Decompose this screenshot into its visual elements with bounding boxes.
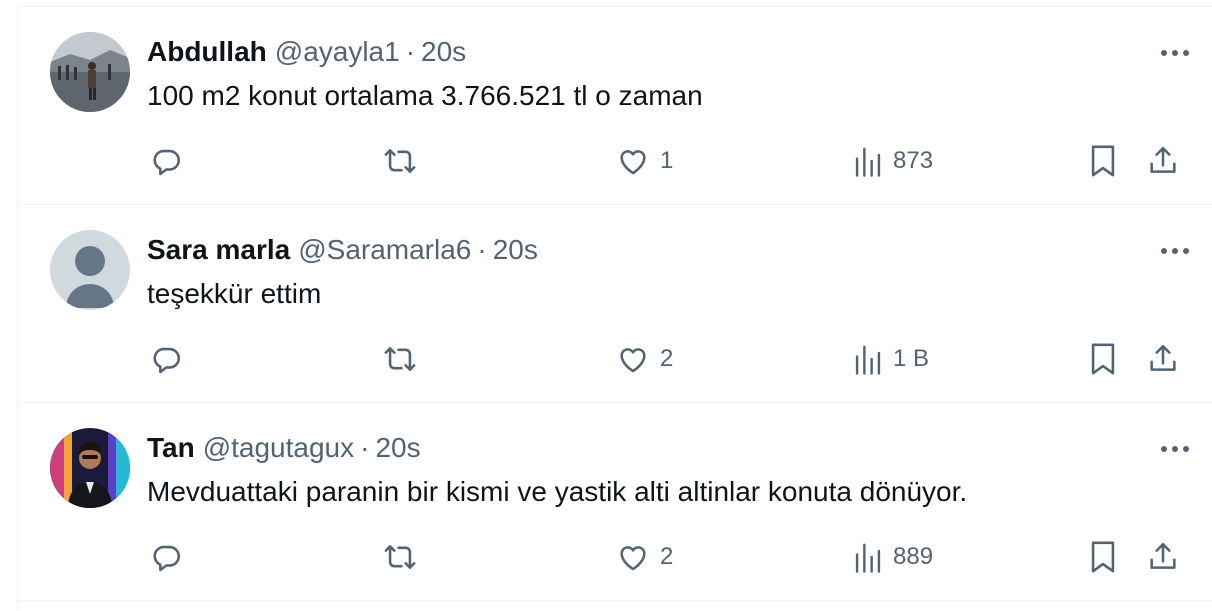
reply-icon [149,342,183,376]
like-icon [616,540,650,574]
bookmark-icon [1088,144,1118,178]
tweet-text: Mevduattaki paranin bir kismi ve yastik … [147,476,968,507]
tweet[interactable]: Abdullah @ayayla1 · 20s 100 m2 konut ortala… [18,7,1212,205]
reply-button[interactable] [149,540,183,574]
share-button[interactable] [1146,342,1180,376]
views-button[interactable]: 873 [853,144,933,178]
tweet[interactable]: Sara marla @Saramarla6 · 20s teşekkür ettim… [18,205,1212,403]
reply-icon [149,540,183,574]
repost-icon [383,144,417,178]
like-count: 2 [660,345,674,372]
reply-button[interactable] [149,342,183,376]
repost-button[interactable] [383,342,417,376]
avatar[interactable] [50,428,130,508]
like-button[interactable]: 1 [616,144,673,178]
share-icon [1146,342,1180,376]
timestamp[interactable]: 20s [375,432,420,463]
like-icon [616,144,650,178]
timestamp[interactable]: 20s [421,36,466,67]
author-name[interactable]: Abdullah [147,36,267,67]
views-icon [853,540,883,574]
tweet-header: Abdullah @ayayla1 · 20s [147,34,466,70]
like-button[interactable]: 2 [616,342,673,376]
avatar[interactable] [50,32,130,112]
like-count: 1 [660,147,674,174]
share-button[interactable] [1146,540,1180,574]
bookmark-button[interactable] [1088,540,1118,574]
view-count: 889 [893,543,934,570]
repost-button[interactable] [383,144,417,178]
like-icon [616,342,650,376]
view-count: 1 B [893,345,930,372]
like-count: 2 [660,543,674,570]
tweet[interactable]: Tan @tagutagux · 20s Mevduattaki paranin bi… [18,403,1212,601]
views-button[interactable]: 889 [853,540,933,574]
tweet-text: 100 m2 konut ortalama 3.766.521 tl o zam… [147,80,703,111]
repost-icon [383,342,417,376]
timeline: Abdullah @ayayla1 · 20s 100 m2 konut ortala… [17,6,1212,611]
author-name[interactable]: Tan [147,432,195,463]
more-icon[interactable] [1155,237,1195,265]
author-handle[interactable]: @Saramarla6 [298,234,471,265]
bookmark-icon [1088,540,1118,574]
tweet-header: Sara marla @Saramarla6 · 20s [147,232,538,268]
repost-button[interactable] [383,540,417,574]
tweet-header: Tan @tagutagux · 20s [147,430,421,466]
views-icon [853,342,883,376]
timestamp[interactable]: 20s [493,234,538,265]
bookmark-button[interactable] [1088,342,1118,376]
share-icon [1146,144,1180,178]
reply-button[interactable] [149,144,183,178]
repost-icon [383,540,417,574]
tweet-text: teşekkür ettim [147,278,322,309]
more-icon[interactable] [1155,39,1195,67]
view-count: 873 [893,147,934,174]
share-icon [1146,540,1180,574]
author-handle[interactable]: @ayayla1 [275,36,400,67]
author-handle[interactable]: @tagutagux [203,432,354,463]
more-icon[interactable] [1155,435,1195,463]
separator: · [405,36,416,67]
reply-icon [149,144,183,178]
views-icon [853,144,883,178]
bookmark-icon [1088,342,1118,376]
avatar[interactable] [50,230,130,310]
bookmark-button[interactable] [1088,144,1118,178]
separator: · [360,432,370,463]
share-button[interactable] [1146,144,1180,178]
like-button[interactable]: 2 [616,540,673,574]
views-button[interactable]: 1 B [853,342,929,376]
separator: · [477,234,487,265]
author-name[interactable]: Sara marla [147,234,290,265]
